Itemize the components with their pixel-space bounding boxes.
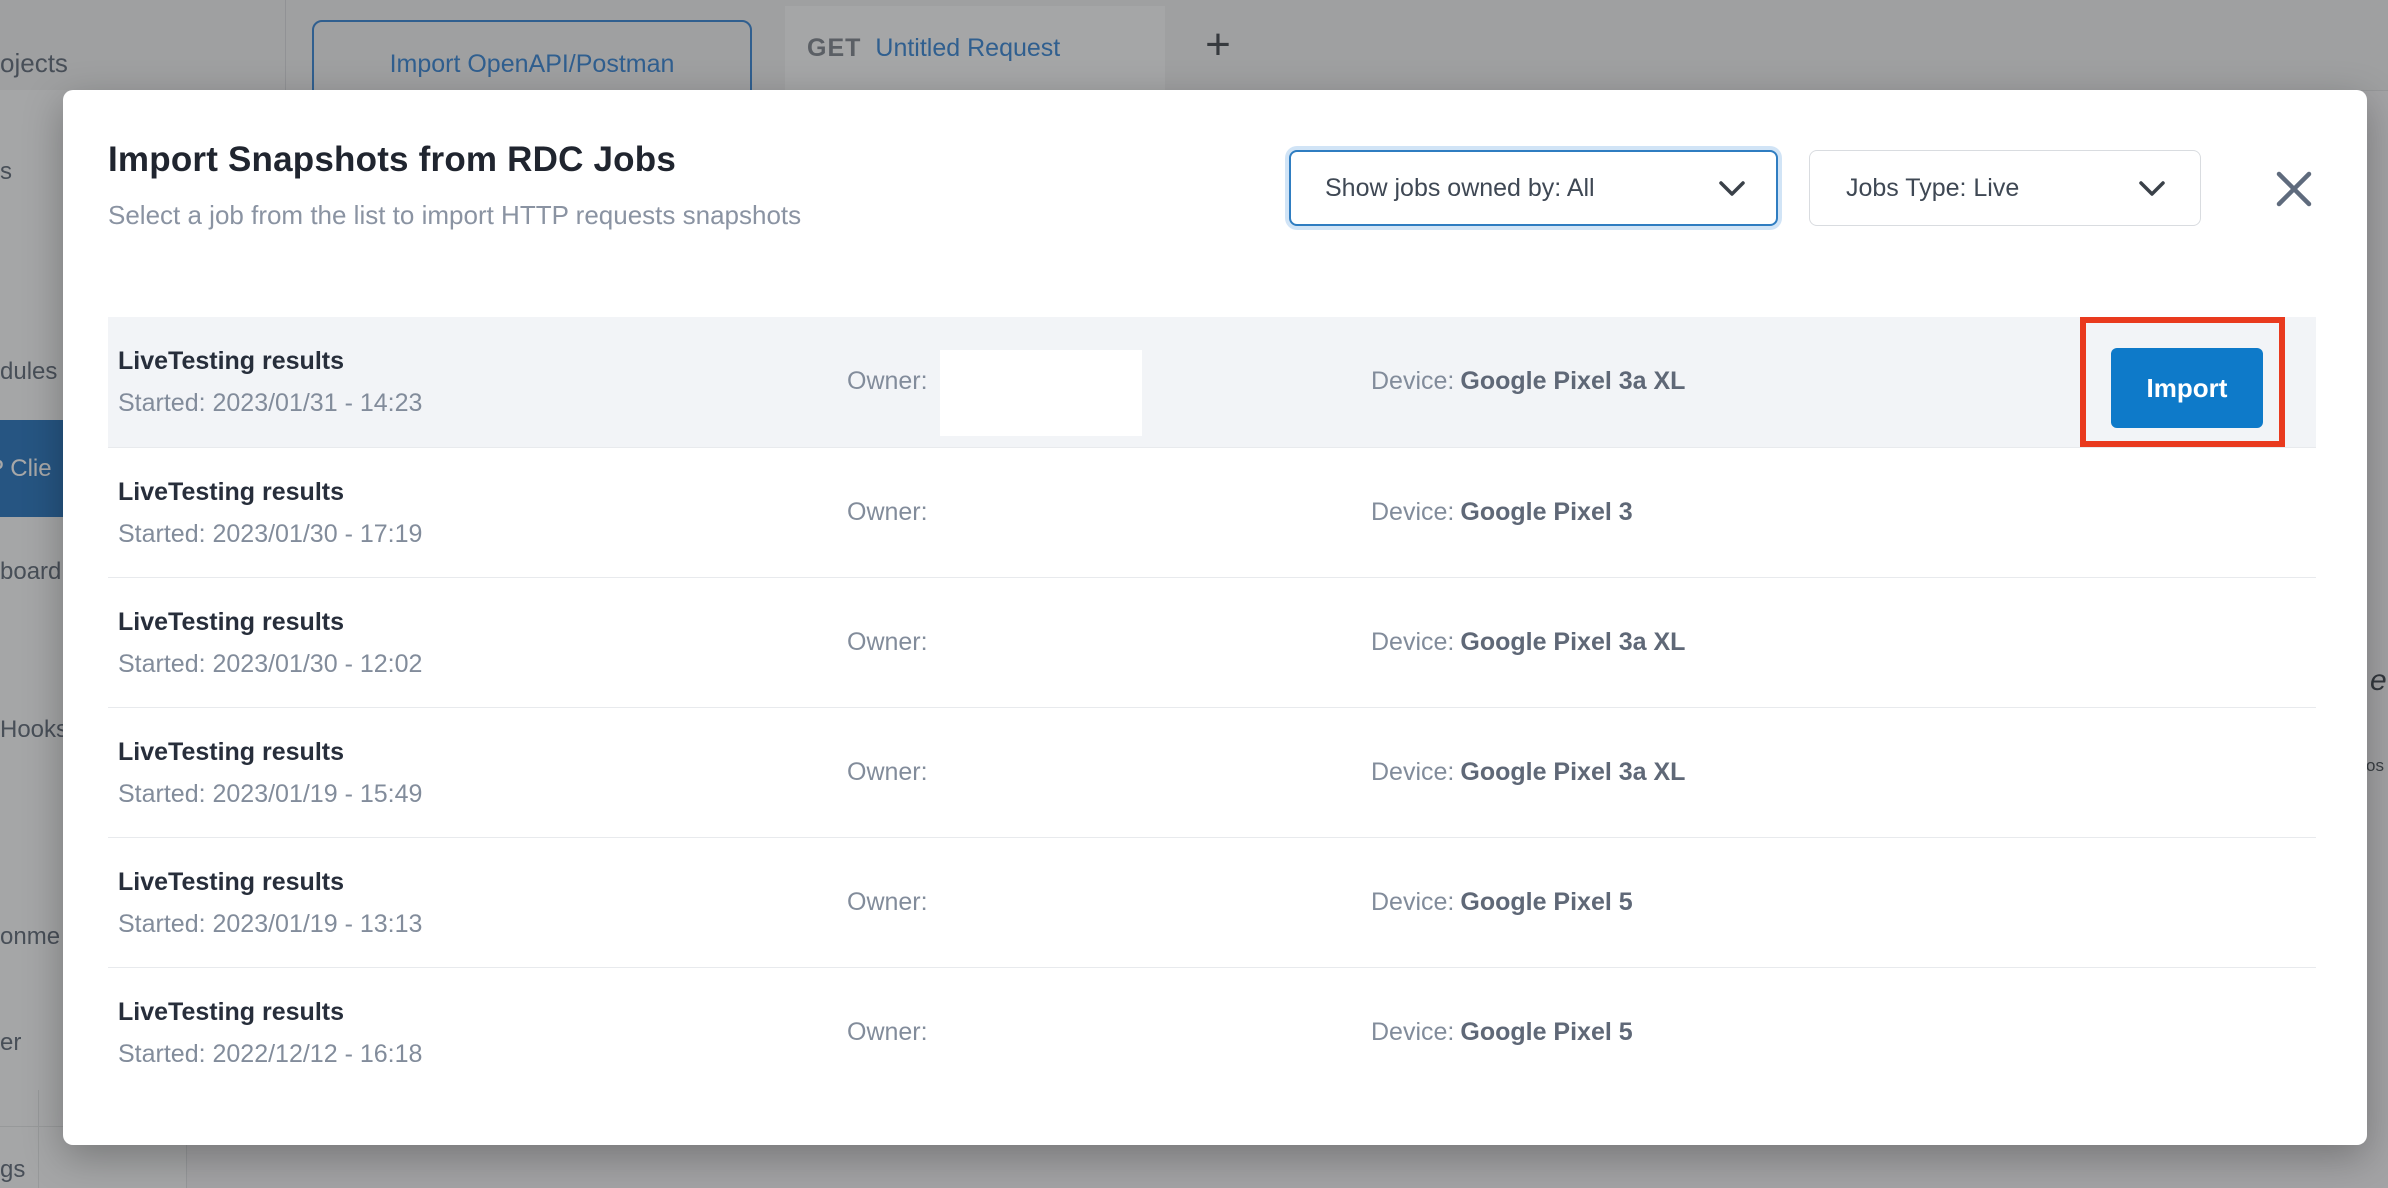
- job-started-timestamp: Started: 2022/12/12 - 16:18: [118, 1040, 422, 1069]
- job-device: Device:Google Pixel 3: [1371, 498, 1633, 527]
- job-owner-label: Owner:: [847, 498, 928, 527]
- jobs-list: LiveTesting results Started: 2023/01/31 …: [108, 317, 2316, 1097]
- job-title: LiveTesting results: [118, 608, 344, 637]
- jobs-type-filter-label: Jobs Type: Live: [1846, 174, 2019, 203]
- job-started-timestamp: Started: 2023/01/30 - 17:19: [118, 520, 422, 549]
- device-label: Device:: [1371, 498, 1454, 526]
- job-row[interactable]: LiveTesting results Started: 2023/01/31 …: [108, 317, 2316, 447]
- chevron-down-icon: [1718, 180, 1746, 197]
- device-value: Google Pixel 5: [1460, 1018, 1632, 1046]
- device-value: Google Pixel 3a XL: [1460, 628, 1685, 656]
- job-row[interactable]: LiveTesting results Started: 2023/01/19 …: [108, 837, 2316, 967]
- owner-filter-label: Show jobs owned by: All: [1325, 174, 1595, 203]
- import-snapshots-modal: Import Snapshots from RDC Jobs Select a …: [63, 90, 2367, 1145]
- device-value: Google Pixel 3a XL: [1460, 367, 1685, 395]
- owner-filter-dropdown[interactable]: Show jobs owned by: All: [1289, 150, 1778, 226]
- device-label: Device:: [1371, 888, 1454, 916]
- job-title: LiveTesting results: [118, 347, 344, 376]
- job-owner-label: Owner:: [847, 1018, 928, 1047]
- job-device: Device:Google Pixel 3a XL: [1371, 367, 1685, 396]
- job-title: LiveTesting results: [118, 478, 344, 507]
- job-started-timestamp: Started: 2023/01/31 - 14:23: [118, 389, 422, 418]
- job-device: Device:Google Pixel 3a XL: [1371, 628, 1685, 657]
- job-owner-label: Owner:: [847, 628, 928, 657]
- device-label: Device:: [1371, 628, 1454, 656]
- job-owner-label: Owner:: [847, 367, 928, 396]
- device-label: Device:: [1371, 367, 1454, 395]
- job-owner-label: Owner:: [847, 758, 928, 787]
- job-started-timestamp: Started: 2023/01/30 - 12:02: [118, 650, 422, 679]
- job-row[interactable]: LiveTesting results Started: 2023/01/19 …: [108, 707, 2316, 837]
- chevron-down-icon: [2138, 180, 2166, 197]
- job-title: LiveTesting results: [118, 868, 344, 897]
- modal-subtitle: Select a job from the list to import HTT…: [108, 200, 801, 231]
- device-label: Device:: [1371, 1018, 1454, 1046]
- job-device: Device:Google Pixel 3a XL: [1371, 758, 1685, 787]
- job-title: LiveTesting results: [118, 998, 344, 1027]
- job-started-timestamp: Started: 2023/01/19 - 15:49: [118, 780, 422, 809]
- job-device: Device:Google Pixel 5: [1371, 888, 1633, 917]
- job-device: Device:Google Pixel 5: [1371, 1018, 1633, 1047]
- job-row[interactable]: LiveTesting results Started: 2023/01/30 …: [108, 577, 2316, 707]
- device-value: Google Pixel 5: [1460, 888, 1632, 916]
- job-title: LiveTesting results: [118, 738, 344, 767]
- job-row[interactable]: LiveTesting results Started: 2022/12/12 …: [108, 967, 2316, 1097]
- close-icon: [2274, 169, 2314, 209]
- job-owner-label: Owner:: [847, 888, 928, 917]
- jobs-type-filter-dropdown[interactable]: Jobs Type: Live: [1809, 150, 2201, 226]
- job-started-timestamp: Started: 2023/01/19 - 13:13: [118, 910, 422, 939]
- job-row[interactable]: LiveTesting results Started: 2023/01/30 …: [108, 447, 2316, 577]
- close-button[interactable]: [2270, 165, 2318, 213]
- owner-redaction-box: [940, 350, 1142, 436]
- device-label: Device:: [1371, 758, 1454, 786]
- device-value: Google Pixel 3: [1460, 498, 1632, 526]
- modal-title: Import Snapshots from RDC Jobs: [108, 140, 676, 180]
- import-button[interactable]: Import: [2111, 348, 2263, 428]
- device-value: Google Pixel 3a XL: [1460, 758, 1685, 786]
